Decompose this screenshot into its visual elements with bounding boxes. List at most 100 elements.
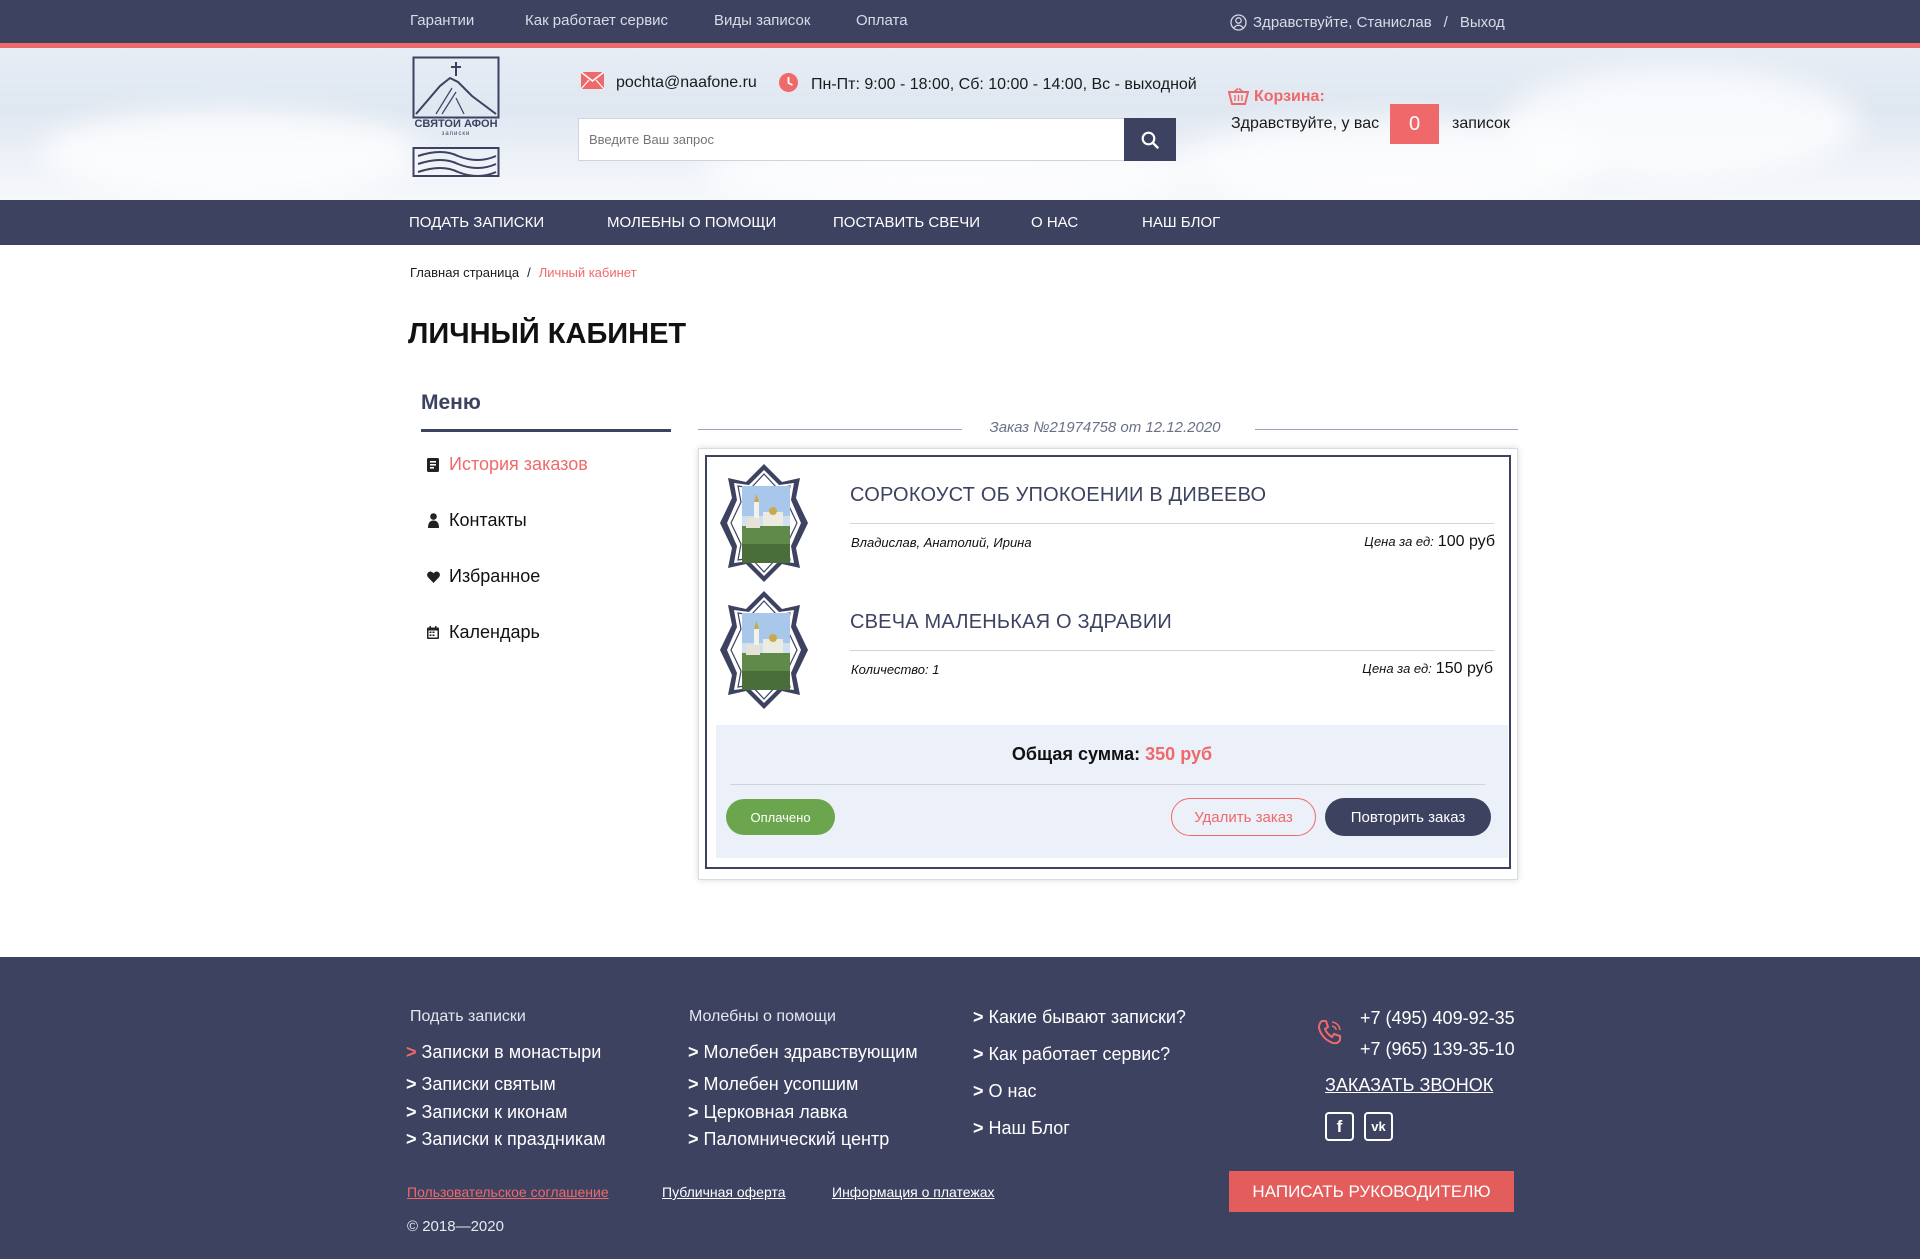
price-label: Цена за ед: — [1364, 534, 1434, 549]
search-input[interactable] — [579, 119, 1125, 160]
order-item-divider — [850, 650, 1494, 651]
footer-link[interactable]: > Какие бывают записки? — [973, 1007, 1186, 1028]
cart-title[interactable]: Корзина: — [1228, 88, 1325, 106]
header-hours: Пн-Пт: 9:00 - 18:00, Сб: 10:00 - 14:00, … — [778, 72, 1197, 98]
order-item-title[interactable]: Сорокоуст об упокоении в Дивеево — [850, 484, 1266, 507]
breadcrumb: Главная страница / Личный кабинет — [410, 265, 637, 280]
page-title: ЛИЧНЫЙ КАБИНЕТ — [408, 318, 687, 350]
footer-link-label[interactable]: Церковная лавка — [704, 1102, 848, 1123]
top-link-how-it-works[interactable]: Как работает сервис — [525, 12, 668, 29]
nav-candles[interactable]: Поставить свечи — [833, 214, 980, 231]
order-item-price: Цена за ед: 100 руб — [1364, 533, 1495, 551]
email-text[interactable]: pochta@naafone.ru — [616, 74, 757, 92]
cart-icon — [1228, 88, 1249, 106]
legal-payment-info[interactable]: Информация о платежах — [832, 1184, 995, 1200]
user-greeting[interactable]: Здравствуйте, Станислав — [1253, 14, 1432, 31]
copyright: © 2018—2020 — [407, 1218, 504, 1235]
facebook-icon[interactable]: f — [1325, 1112, 1354, 1141]
legal-public-offer[interactable]: Публичная оферта — [662, 1184, 786, 1200]
sidebar-item-order-history[interactable]: История заказов — [425, 454, 588, 475]
monastery-image[interactable] — [720, 464, 808, 582]
price-value: 150 руб — [1435, 660, 1493, 677]
footer-link[interactable]: > Наш Блог — [973, 1118, 1070, 1139]
sidebar-item-contacts[interactable]: Контакты — [425, 510, 527, 531]
vk-icon[interactable]: vk — [1364, 1112, 1393, 1141]
chevron-right-icon: > — [406, 1074, 417, 1094]
total-label: Общая сумма: — [1011, 744, 1141, 764]
legal-user-agreement[interactable]: Пользовательское соглашение — [407, 1184, 609, 1200]
paid-status-badge: Оплачено — [726, 799, 835, 835]
order-item-title[interactable]: Свеча маленькая о здравии — [850, 611, 1172, 634]
sidebar-item-calendar[interactable]: Календарь — [425, 622, 540, 643]
footer-link[interactable]: > Записки к иконам — [406, 1102, 567, 1123]
footer-phone-1[interactable]: +7 (495) 409-92-35 — [1360, 1008, 1515, 1029]
order-heading: Заказ №21974758 от 12.12.2020 — [989, 419, 1221, 436]
nav-blog[interactable]: Наш блог — [1142, 214, 1220, 231]
user-icon — [425, 513, 441, 528]
main-nav: Подать записки Молебны о помощи Поставит… — [0, 200, 1920, 245]
footer-link-label[interactable]: О нас — [989, 1081, 1037, 1102]
top-bar: Гарантии Как работает сервис Виды записо… — [0, 0, 1920, 43]
nav-about[interactable]: О нас — [1031, 214, 1078, 231]
footer-link-label[interactable]: Паломнический центр — [704, 1129, 890, 1150]
footer-link[interactable]: > Молебен усопшим — [688, 1074, 858, 1095]
repeat-order-button[interactable]: Повторить заказ — [1325, 798, 1491, 836]
footer-link-label[interactable]: Записки к праздникам — [422, 1129, 606, 1150]
footer-link[interactable]: > Записки в монастыри — [406, 1042, 601, 1063]
footer-heading-prayers[interactable]: Молебны о помощи — [689, 1008, 836, 1026]
chevron-right-icon: > — [688, 1074, 699, 1094]
breadcrumb-home[interactable]: Главная страница — [410, 265, 519, 280]
menu-title: Меню — [421, 391, 481, 414]
phone-icon — [1317, 1020, 1341, 1045]
clock-icon — [778, 72, 799, 98]
chevron-right-icon: > — [688, 1042, 699, 1062]
logo-title: СВЯТОЙ АФОН — [414, 118, 498, 130]
user-icon — [1230, 13, 1247, 31]
header-email[interactable]: pochta@naafone.ru — [580, 71, 757, 94]
logo-subtitle: записки — [441, 131, 471, 137]
footer-link-label[interactable]: Молебен усопшим — [704, 1074, 859, 1095]
logo-icon[interactable] — [412, 56, 500, 178]
footer-link[interactable]: > Записки к праздникам — [406, 1129, 606, 1150]
breadcrumb-current: Личный кабинет — [538, 265, 637, 280]
footer-link-label[interactable]: Записки к иконам — [422, 1102, 568, 1123]
heart-icon — [425, 570, 441, 583]
nav-submit-notes[interactable]: Подать записки — [409, 214, 544, 231]
cart-count-badge[interactable]: 0 — [1390, 104, 1439, 144]
footer-link[interactable]: > Как работает сервис? — [973, 1044, 1170, 1065]
order-item-divider — [850, 523, 1494, 524]
footer-link-label[interactable]: Какие бывают записки? — [989, 1007, 1186, 1028]
footer — [0, 957, 1920, 1259]
chevron-right-icon: > — [973, 1081, 984, 1101]
sidebar-item-favorites[interactable]: Избранное — [425, 566, 540, 587]
chevron-right-icon: > — [973, 1007, 984, 1027]
search-button[interactable] — [1124, 118, 1176, 161]
footer-heading-notes[interactable]: Подать записки — [410, 1008, 526, 1026]
price-value: 100 руб — [1437, 533, 1495, 550]
footer-link[interactable]: > Церковная лавка — [688, 1102, 848, 1123]
footer-link[interactable]: > Молебен здравствующим — [688, 1042, 918, 1063]
footer-link-label[interactable]: Молебен здравствующим — [704, 1042, 918, 1063]
order-call-link[interactable]: Заказать звонок — [1325, 1075, 1493, 1096]
footer-link-label[interactable]: Как работает сервис? — [989, 1044, 1171, 1065]
logout-link[interactable]: Выход — [1460, 14, 1505, 31]
top-link-payment[interactable]: Оплата — [856, 12, 908, 29]
cart-label[interactable]: Корзина: — [1254, 88, 1325, 106]
top-link-guarantees[interactable]: Гарантии — [410, 12, 474, 29]
footer-link[interactable]: > Паломнический центр — [688, 1129, 889, 1150]
footer-link[interactable]: > Записки святым — [406, 1074, 556, 1095]
monastery-image[interactable] — [720, 591, 808, 709]
delete-order-button[interactable]: Удалить заказ — [1171, 798, 1316, 836]
sidebar-item-label: Календарь — [449, 622, 540, 642]
chevron-right-icon: > — [688, 1102, 699, 1122]
nav-prayers[interactable]: Молебны о помощи — [607, 214, 776, 231]
chevron-right-icon: > — [406, 1129, 417, 1149]
footer-link-label[interactable]: Записки в монастыри — [422, 1042, 602, 1063]
footer-link-label[interactable]: Записки святым — [422, 1074, 556, 1095]
write-to-manager-button[interactable]: Написать руководителю — [1229, 1171, 1514, 1212]
summary-divider — [730, 784, 1485, 785]
footer-phone-2[interactable]: +7 (965) 139-35-10 — [1360, 1039, 1515, 1060]
top-link-note-types[interactable]: Виды записок — [714, 12, 810, 29]
footer-link-label[interactable]: Наш Блог — [989, 1118, 1070, 1139]
footer-link[interactable]: > О нас — [973, 1081, 1036, 1102]
